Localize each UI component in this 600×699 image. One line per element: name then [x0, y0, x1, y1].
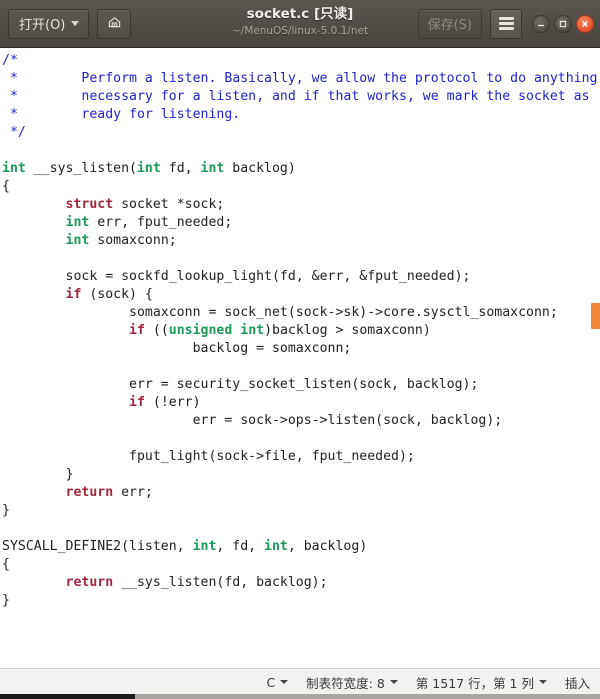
chevron-down-icon: [71, 21, 80, 26]
chevron-down-icon: [389, 680, 398, 684]
close-icon: [580, 19, 590, 29]
gedit-window: 打开(O) socket.c [只读] ~/MenuOS/linux-5.0.1…: [0, 0, 600, 699]
save-as-icon: [107, 15, 122, 33]
titlebar: 打开(O) socket.c [只读] ~/MenuOS/linux-5.0.1…: [0, 0, 600, 48]
save-button-label: 保存(S): [427, 18, 472, 33]
insert-mode-indicator[interactable]: 插入: [565, 673, 590, 692]
cursor-position-selector[interactable]: 第 1517 行，第 1 列: [416, 673, 547, 692]
horizontal-scrollbar-track[interactable]: [135, 694, 600, 699]
language-label: C: [266, 674, 276, 690]
language-selector[interactable]: C: [266, 674, 289, 690]
tab-width-label: 制表符宽度: 8: [306, 675, 385, 691]
chevron-down-icon: [538, 680, 547, 684]
close-button[interactable]: [576, 14, 594, 33]
horizontal-scrollbar[interactable]: [0, 694, 600, 699]
insert-mode-label: 插入: [564, 675, 590, 691]
hamburger-menu-button[interactable]: [490, 8, 522, 39]
code-editor-area[interactable]: /* * Perform a listen. Basically, we all…: [0, 48, 600, 668]
horizontal-scrollbar-thumb[interactable]: [0, 694, 135, 699]
tab-width-selector[interactable]: 制表符宽度: 8: [306, 673, 398, 692]
vertical-scrollbar-thumb[interactable]: [591, 303, 600, 329]
open-button-label: 打开(O): [19, 18, 66, 33]
source-code-text[interactable]: /* * Perform a listen. Basically, we all…: [0, 48, 600, 610]
save-as-button[interactable]: [97, 8, 132, 39]
vertical-scrollbar[interactable]: [591, 48, 600, 668]
hamburger-menu-icon: [498, 17, 514, 30]
window-controls: [532, 14, 594, 33]
minimize-button[interactable]: [532, 14, 550, 33]
chevron-down-icon: [280, 680, 289, 684]
open-button[interactable]: 打开(O): [8, 8, 90, 39]
cursor-position-label: 第 1517 行，第 1 列: [415, 675, 534, 691]
save-button[interactable]: 保存(S): [417, 8, 482, 39]
maximize-icon: [558, 19, 568, 29]
minimize-icon: [536, 19, 546, 29]
maximize-button[interactable]: [554, 14, 572, 33]
statusbar: C 制表符宽度: 8 第 1517 行，第 1 列 插入: [0, 668, 600, 699]
